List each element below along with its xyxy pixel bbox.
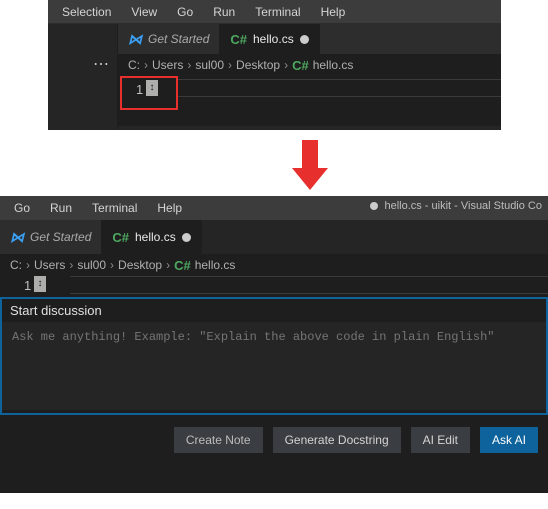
tabbar: ⋈ Get Started C# hello.cs: [118, 24, 501, 54]
breadcrumb: C: › Users › sul00 › Desktop › C# hello.cs: [118, 54, 501, 76]
current-line-highlight: [70, 276, 548, 294]
csharp-icon: C#: [230, 32, 247, 47]
menu-view[interactable]: View: [121, 1, 167, 23]
sidebar-placeholder: [48, 24, 117, 48]
window-title: hello.cs - uikit - Visual Studio Co: [370, 200, 542, 212]
tab-label: hello.cs: [135, 230, 176, 244]
csharp-icon: C#: [112, 230, 129, 245]
dirty-indicator-icon: [300, 35, 309, 44]
breadcrumb-item[interactable]: C:: [128, 58, 140, 72]
code-editor[interactable]: 1 ↕: [118, 76, 501, 126]
breadcrumb-file[interactable]: C# hello.cs: [174, 258, 235, 273]
top-window: Selection View Go Run Terminal Help ⋯ ⋈ …: [48, 0, 501, 130]
vscode-icon: ⋈: [128, 31, 142, 48]
vscode-icon: ⋈: [10, 229, 24, 246]
editor-area: ⋈ Get Started C# hello.cs C: › Users › sul…: [118, 24, 501, 126]
window-title-text: hello.cs - uikit - Visual Studio Co: [384, 200, 542, 212]
code-editor[interactable]: 1 ↕: [0, 276, 548, 298]
text-cursor-icon: ↕: [34, 276, 46, 292]
breadcrumb-item[interactable]: Users: [152, 58, 183, 72]
menu-run[interactable]: Run: [40, 197, 82, 219]
generate-docstring-button[interactable]: Generate Docstring: [273, 427, 401, 453]
breadcrumb-item[interactable]: Desktop: [118, 258, 162, 272]
menu-help[interactable]: Help: [147, 197, 192, 219]
menu-help[interactable]: Help: [311, 1, 356, 23]
csharp-icon: C#: [174, 258, 191, 273]
chevron-right-icon: ›: [26, 258, 30, 272]
chevron-right-icon: ›: [228, 58, 232, 72]
breadcrumb-item[interactable]: sul00: [77, 258, 106, 272]
breadcrumb-item[interactable]: Desktop: [236, 58, 280, 72]
breadcrumb-file[interactable]: C# hello.cs: [292, 58, 353, 73]
tab-hello-cs[interactable]: C# hello.cs: [220, 24, 319, 54]
csharp-icon: C#: [292, 58, 309, 73]
menu-go[interactable]: Go: [4, 197, 40, 219]
menubar: Selection View Go Run Terminal Help: [48, 0, 501, 24]
menu-run[interactable]: Run: [203, 1, 245, 23]
menu-selection[interactable]: Selection: [52, 1, 121, 23]
dirty-indicator-icon: [370, 202, 378, 210]
breadcrumb-file-label: hello.cs: [195, 258, 236, 272]
breadcrumb-item[interactable]: Users: [34, 258, 65, 272]
discussion-input[interactable]: [2, 322, 546, 410]
tab-label: hello.cs: [253, 32, 294, 46]
menubar: Go Run Terminal Help hello.cs - uikit - …: [0, 196, 548, 220]
current-line-highlight: [178, 79, 501, 97]
sidebar: ⋯: [48, 24, 118, 130]
chevron-right-icon: ›: [144, 58, 148, 72]
tab-label: Get Started: [148, 32, 209, 46]
tab-get-started[interactable]: ⋈ Get Started: [0, 220, 102, 254]
breadcrumb-item[interactable]: sul00: [195, 58, 224, 72]
tab-get-started[interactable]: ⋈ Get Started: [118, 24, 220, 54]
create-note-button[interactable]: Create Note: [174, 427, 263, 453]
tabbar: ⋈ Get Started C# hello.cs: [0, 220, 548, 254]
ai-edit-button[interactable]: AI Edit: [411, 427, 470, 453]
chevron-right-icon: ›: [284, 58, 288, 72]
tab-label: Get Started: [30, 230, 91, 244]
dirty-indicator-icon: [182, 233, 191, 242]
discussion-panel: Start discussion: [0, 298, 548, 415]
bottom-window: Go Run Terminal Help hello.cs - uikit - …: [0, 196, 548, 493]
breadcrumb-item[interactable]: C:: [10, 258, 22, 272]
menu-terminal[interactable]: Terminal: [82, 197, 147, 219]
red-arrow-annotation: [290, 140, 330, 190]
action-bar: Create Note Generate Docstring AI Edit A…: [0, 415, 548, 493]
discussion-title: Start discussion: [2, 299, 546, 322]
chevron-right-icon: ›: [69, 258, 73, 272]
breadcrumb: C: › Users › sul00 › Desktop › C# hello.cs: [0, 254, 548, 276]
line-number: 1: [24, 278, 31, 293]
ask-ai-button[interactable]: Ask AI: [480, 427, 538, 453]
chevron-right-icon: ›: [187, 58, 191, 72]
chevron-right-icon: ›: [166, 258, 170, 272]
more-icon[interactable]: ⋯: [48, 48, 117, 80]
chevron-right-icon: ›: [110, 258, 114, 272]
menu-terminal[interactable]: Terminal: [245, 1, 310, 23]
tab-hello-cs[interactable]: C# hello.cs: [102, 220, 201, 254]
breadcrumb-file-label: hello.cs: [313, 58, 354, 72]
line-number: 1: [136, 82, 143, 97]
text-cursor-icon: ↕: [146, 80, 158, 96]
menu-go[interactable]: Go: [167, 1, 203, 23]
